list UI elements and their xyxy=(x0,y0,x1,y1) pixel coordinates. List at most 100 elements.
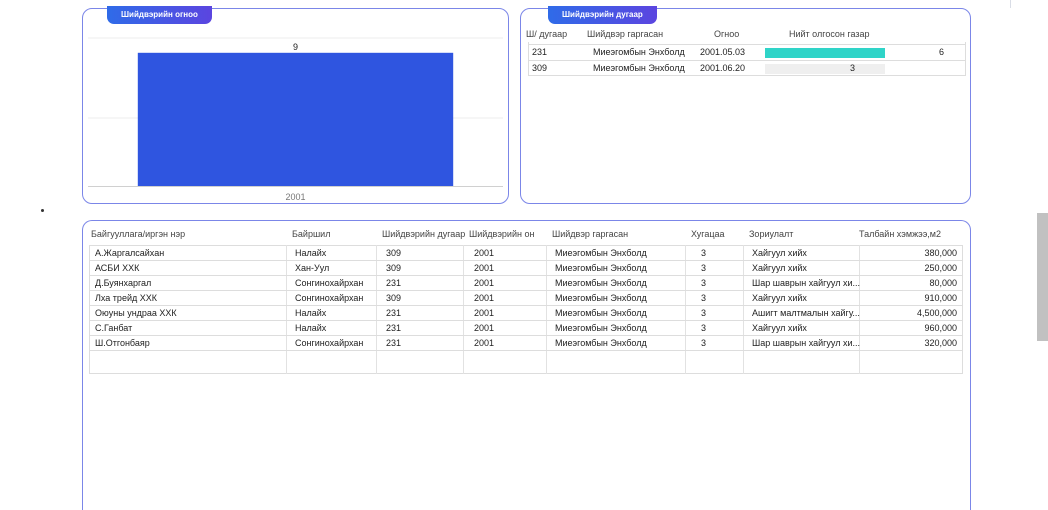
decision-number-cell: 231 xyxy=(386,308,402,318)
issuer-cell: Миеэгомбын Энхболд xyxy=(555,323,647,333)
org-name-cell: С.Ганбат xyxy=(95,323,133,333)
table-row[interactable]: Оюуны ундраа ХХК Налайх 231 2001 Миеэгомбын … xyxy=(89,306,963,321)
col-duration[interactable]: Хугацаа xyxy=(691,229,725,239)
issuer-cell: Миеэгомбын Энхболд xyxy=(555,338,647,348)
duration-cell: 3 xyxy=(701,263,707,273)
duration-cell: 3 xyxy=(701,293,707,303)
total-land-bar xyxy=(765,48,885,58)
org-name-cell: АСБИ ХХК xyxy=(95,263,140,273)
org-name-cell: Лха трейд ХХК xyxy=(95,293,157,303)
col-org-name[interactable]: Байгууллага/иргэн нэр xyxy=(91,229,185,239)
col-decision-number[interactable]: Шийдвэрийн дугаар xyxy=(382,229,465,239)
org-name-cell: А.Жаргалсайхан xyxy=(95,248,165,258)
area-cell: 380,000 xyxy=(924,248,957,258)
page-scrollbar-thumb[interactable] xyxy=(1037,213,1048,341)
org-name-cell: Оюуны ундраа ХХК xyxy=(95,308,177,318)
location-cell: Сонгинохайрхан xyxy=(295,278,364,288)
issuer-cell: Миеэгомбын Энхболд xyxy=(593,63,685,73)
decision-number-panel: Шийдвэрийн дугаар Ш/ дугаар Шийдвэр гарг… xyxy=(520,6,971,204)
duration-cell: 3 xyxy=(701,248,707,258)
decision-number-cell: 231 xyxy=(386,338,402,348)
bullet-dot xyxy=(41,209,44,212)
decision-year-cell: 2001 xyxy=(474,278,495,288)
top-divider xyxy=(1010,0,1011,8)
purpose-cell: Хайгуул хийх xyxy=(752,248,807,258)
col-purpose[interactable]: Зориулалт xyxy=(749,229,793,239)
total-land-value: 3 xyxy=(850,63,856,73)
duration-cell: 3 xyxy=(701,323,707,333)
decision-number-cell: 309 xyxy=(386,293,402,303)
decision-year-cell: 2001 xyxy=(474,308,495,318)
decision-number-cell: 231 xyxy=(532,47,548,57)
duration-cell: 3 xyxy=(701,308,707,318)
col-issuer[interactable]: Шийдвэр гаргасан xyxy=(587,29,663,39)
detail-panel-title: Шийдвэрийн дугаар xyxy=(548,6,657,24)
location-cell: Налайх xyxy=(295,323,327,333)
col-decision-number[interactable]: Ш/ дугаар xyxy=(526,29,567,39)
location-cell: Хан-Уул xyxy=(295,263,330,273)
purpose-cell: Хайгуул хийх xyxy=(752,263,807,273)
table-row[interactable]: С.Ганбат Налайх 231 2001 Миеэгомбын Энхболд 3… xyxy=(89,321,963,336)
issuer-cell: Миеэгомбын Энхболд xyxy=(555,248,647,258)
org-name-cell: Д.Буянхаргал xyxy=(95,278,152,288)
bar-2001[interactable] xyxy=(137,52,454,186)
table-row[interactable]: АСБИ ХХК Хан-Уул 309 2001 Миеэгомбын Энхболд… xyxy=(89,261,963,276)
issuer-cell: Миеэгомбын Энхболд xyxy=(555,308,647,318)
area-cell: 960,000 xyxy=(924,323,957,333)
purpose-cell: Шар шаврын хайгуул хи... xyxy=(752,338,861,348)
area-cell: 4,500,000 xyxy=(916,308,957,318)
col-date[interactable]: Огноо xyxy=(714,29,739,39)
decision-number-cell: 309 xyxy=(386,263,402,273)
decision-year-cell: 2001 xyxy=(474,248,495,258)
decision-number-cell: 309 xyxy=(386,248,402,258)
table-row[interactable]: Лха трейд ХХК Сонгинохайрхан 309 2001 Миеэго… xyxy=(89,291,963,306)
total-land-bar xyxy=(765,64,885,74)
location-cell: Налайх xyxy=(295,308,327,318)
duration-cell: 3 xyxy=(701,278,707,288)
bar-value-label: 9 xyxy=(293,42,298,52)
location-cell: Сонгинохайрхан xyxy=(295,293,364,303)
area-cell: 910,000 xyxy=(924,293,957,303)
location-cell: Сонгинохайрхан xyxy=(295,338,364,348)
issuer-cell: Миеэгомбын Энхболд xyxy=(555,293,647,303)
area-cell: 250,000 xyxy=(924,263,957,273)
area-cell: 80,000 xyxy=(929,278,957,288)
issuer-cell: Миеэгомбын Энхболд xyxy=(593,47,685,57)
location-cell: Налайх xyxy=(295,248,327,258)
decision-number-cell: 309 xyxy=(532,63,548,73)
decision-year-cell: 2001 xyxy=(474,293,495,303)
table-row[interactable]: Д.Буянхаргал Сонгинохайрхан 231 2001 Миеэгом… xyxy=(89,276,963,291)
land-records-table-panel: Байгууллага/иргэн нэр Байршил Шийдвэрийн… xyxy=(82,220,971,510)
purpose-cell: Ашигт малтмалын хайгу... xyxy=(752,308,860,318)
purpose-cell: Хайгуул хийх xyxy=(752,293,807,303)
decision-year-cell: 2001 xyxy=(474,263,495,273)
decision-date-chart-panel: Шийдвэрийн огноо 9 2001 xyxy=(82,6,509,204)
purpose-cell: Шар шаврын хайгуул хи... xyxy=(752,278,861,288)
total-land-value: 6 xyxy=(939,47,945,57)
col-total-land[interactable]: Нийт олгосон газар xyxy=(789,29,870,39)
col-location[interactable]: Байршил xyxy=(292,229,330,239)
decision-year-cell: 2001 xyxy=(474,323,495,333)
table-row[interactable]: А.Жаргалсайхан Налайх 309 2001 Миеэгомбын Эн… xyxy=(89,246,963,261)
issuer-cell: Миеэгомбын Энхболд xyxy=(555,263,647,273)
detail-row[interactable]: 309 Миеэгомбын Энхболд 2001.06.20 3 xyxy=(528,60,966,76)
table-row[interactable]: Ш.Отгонбаяр Сонгинохайрхан 231 2001 Миеэгомб… xyxy=(89,336,963,351)
detail-row[interactable]: 231 Миеэгомбын Энхболд 2001.05.03 6 xyxy=(528,44,966,60)
total-land-bar-fill xyxy=(765,64,853,74)
col-decision-year[interactable]: Шийдвэрийн он xyxy=(469,229,534,239)
decision-number-cell: 231 xyxy=(386,323,402,333)
org-name-cell: Ш.Отгонбаяр xyxy=(95,338,150,348)
duration-cell: 3 xyxy=(701,338,707,348)
decision-date-bar-chart: 9 2001 xyxy=(88,37,503,202)
issuer-cell: Миеэгомбын Энхболд xyxy=(555,278,647,288)
col-area[interactable]: Талбайн хэмжээ,м2 xyxy=(859,229,941,239)
area-cell: 320,000 xyxy=(924,338,957,348)
purpose-cell: Хайгуул хийх xyxy=(752,323,807,333)
decision-year-cell: 2001 xyxy=(474,338,495,348)
decision-number-cell: 231 xyxy=(386,278,402,288)
date-cell: 2001.05.03 xyxy=(700,47,746,57)
x-tick-label: 2001 xyxy=(285,192,305,202)
date-cell: 2001.06.20 xyxy=(700,63,746,73)
col-issuer[interactable]: Шийдвэр гаргасан xyxy=(552,229,628,239)
total-land-bar-fill xyxy=(765,48,885,58)
